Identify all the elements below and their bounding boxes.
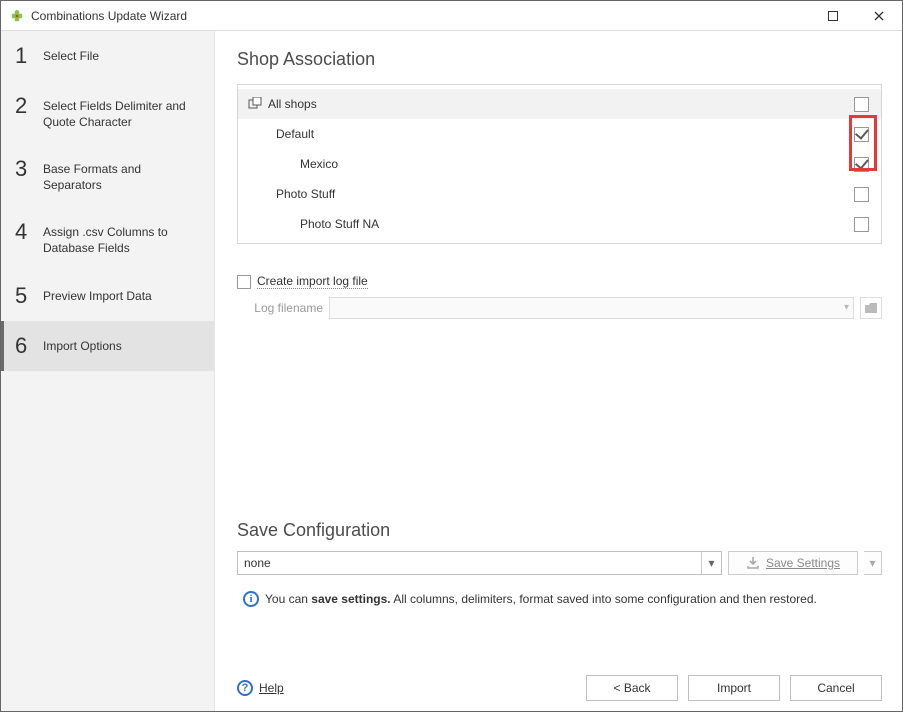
shop-all-checkbox[interactable]	[854, 97, 869, 112]
save-settings-dropdown[interactable]: ▾	[864, 551, 882, 575]
save-configuration-heading: Save Configuration	[237, 520, 882, 541]
shop-association-panel: All shops Default Mexico	[237, 84, 882, 244]
step-2[interactable]: 2 Select Fields Delimiter and Quote Char…	[1, 81, 214, 144]
back-button[interactable]: < Back	[586, 675, 678, 701]
shop-row-all[interactable]: All shops	[238, 89, 881, 119]
chevron-down-icon: ▾	[844, 302, 849, 313]
wizard-footer: ? Help < Back Import Cancel	[237, 665, 882, 701]
save-configuration-section: Save Configuration none ▾ Save Settings …	[237, 520, 882, 615]
step-3[interactable]: 3 Base Formats and Separators	[1, 144, 214, 207]
log-filename-input[interactable]: ▾	[329, 297, 854, 319]
configuration-select[interactable]: none ▾	[237, 551, 722, 575]
help-icon: ?	[237, 680, 253, 696]
step-5[interactable]: 5 Preview Import Data	[1, 271, 214, 321]
shop-mexico-checkbox[interactable]	[854, 157, 869, 172]
log-filename-label: Log filename	[237, 301, 323, 315]
window-title: Combinations Update Wizard	[31, 9, 810, 23]
save-settings-info: i You can save settings. All columns, de…	[237, 583, 882, 615]
shop-row-mexico[interactable]: Mexico	[238, 149, 881, 179]
shop-photostuff-checkbox[interactable]	[854, 187, 869, 202]
save-settings-button[interactable]: Save Settings	[728, 551, 858, 575]
chevron-down-icon: ▾	[701, 552, 721, 574]
step-1[interactable]: 1 Select File	[1, 31, 214, 81]
shops-group-icon	[246, 96, 264, 112]
browse-log-file-button[interactable]	[860, 297, 882, 319]
save-icon	[746, 556, 760, 570]
shop-row-default[interactable]: Default	[238, 119, 881, 149]
shop-icon	[246, 186, 272, 202]
shop-default-checkbox[interactable]	[854, 127, 869, 142]
content-pane: Shop Association All shops Default	[215, 31, 902, 711]
cancel-button[interactable]: Cancel	[790, 675, 882, 701]
create-log-checkbox[interactable]	[237, 275, 251, 289]
title-bar: Combinations Update Wizard	[1, 1, 902, 31]
shop-association-heading: Shop Association	[237, 49, 882, 70]
shop-sub-icon	[246, 216, 296, 232]
shop-icon	[246, 126, 272, 142]
shop-photostuff-na-checkbox[interactable]	[854, 217, 869, 232]
wizard-steps-sidebar: 1 Select File 2 Select Fields Delimiter …	[1, 31, 215, 711]
step-4[interactable]: 4 Assign .csv Columns to Database Fields	[1, 207, 214, 270]
window-maximize-button[interactable]	[810, 1, 856, 31]
help-link[interactable]: ? Help	[237, 680, 284, 696]
import-button[interactable]: Import	[688, 675, 780, 701]
shop-row-photostuff-na[interactable]: Photo Stuff NA	[238, 209, 881, 239]
app-icon	[9, 8, 25, 24]
shop-sub-icon	[246, 156, 296, 172]
create-log-label: Create import log file	[257, 274, 368, 289]
info-icon: i	[243, 591, 259, 607]
log-section: Create import log file Log filename ▾	[237, 274, 882, 319]
shop-row-photostuff[interactable]: Photo Stuff	[238, 179, 881, 209]
step-6[interactable]: 6 Import Options	[1, 321, 214, 371]
window-close-button[interactable]	[856, 1, 902, 31]
